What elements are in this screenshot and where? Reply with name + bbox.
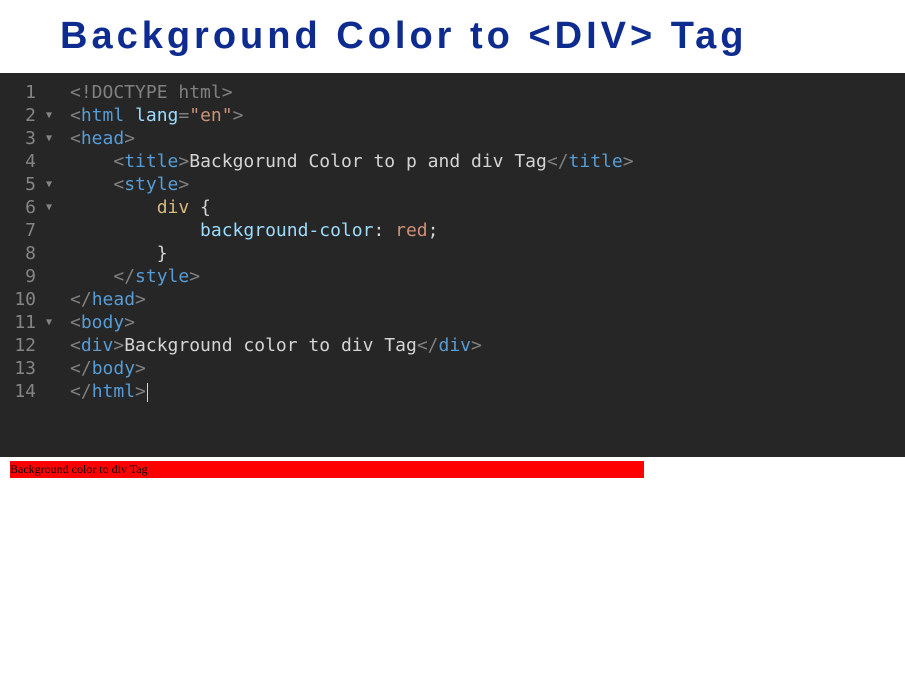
page-header: Background Color to <DIV> Tag: [0, 0, 905, 73]
fold-marker[interactable]: ▼: [40, 173, 52, 196]
line-number: 13: [14, 357, 36, 380]
text-cursor: [147, 383, 148, 402]
doctype-declaration: <!DOCTYPE html>: [70, 82, 233, 103]
line-number-gutter: 1 2▼ 3▼ 4 5▼ 6▼ 7 8 9 10 11▼ 12 13 14: [0, 81, 60, 449]
line-number: 1: [25, 81, 36, 104]
line-number: 12: [14, 334, 36, 357]
fold-marker[interactable]: ▼: [40, 311, 52, 334]
line-number: 14: [14, 380, 36, 403]
line-number: 3: [25, 127, 36, 150]
code-editor[interactable]: 1 2▼ 3▼ 4 5▼ 6▼ 7 8 9 10 11▼ 12 13 14 <!…: [0, 73, 905, 457]
line-number: 5: [25, 173, 36, 196]
line-number: 10: [14, 288, 36, 311]
page-title: Background Color to <DIV> Tag: [60, 15, 905, 58]
browser-preview: Background color to div Tag: [0, 457, 905, 482]
fold-marker[interactable]: ▼: [40, 127, 52, 150]
line-number: 11: [14, 311, 36, 334]
code-content[interactable]: <!DOCTYPE html> <html lang="en"> <head> …: [60, 81, 905, 449]
line-number: 9: [25, 265, 36, 288]
line-number: 6: [25, 196, 36, 219]
fold-marker[interactable]: ▼: [40, 196, 52, 219]
preview-div-element: Background color to div Tag: [10, 461, 644, 478]
line-number: 7: [25, 219, 36, 242]
line-number: 4: [25, 150, 36, 173]
line-number: 8: [25, 242, 36, 265]
line-number: 2: [25, 104, 36, 127]
fold-marker[interactable]: ▼: [40, 104, 52, 127]
